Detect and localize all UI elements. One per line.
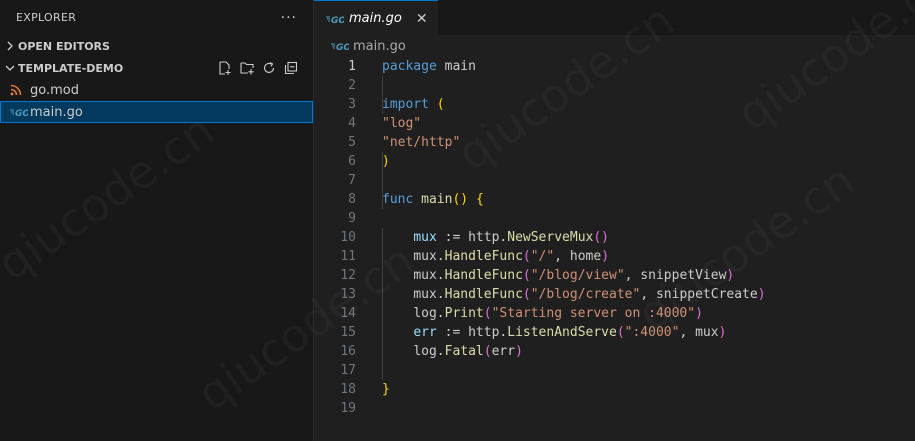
refresh-icon[interactable] bbox=[261, 60, 277, 76]
editor-area: GO main.go ✕ GO main.go 1 package main 2 … bbox=[314, 0, 915, 441]
code-text: err := http.ListenAndServe(":4000", mux) bbox=[413, 325, 727, 340]
code-text: mux.HandleFunc("/", home) bbox=[413, 249, 610, 264]
code-line: 5 "net/http" bbox=[314, 133, 915, 152]
code-text: log.Print("Starting server on :4000") bbox=[413, 306, 703, 321]
code-line: 11 mux.HandleFunc("/", home) bbox=[314, 247, 915, 266]
collapse-all-icon[interactable] bbox=[283, 60, 299, 76]
explorer-sidebar: EXPLORER ··· OPEN EDITORS TEMPLATE-DEMO bbox=[0, 0, 314, 441]
line-number: 2 bbox=[348, 78, 356, 93]
line-number: 6 bbox=[348, 154, 356, 169]
code-text: mux := http.NewServeMux() bbox=[413, 230, 609, 245]
code-line: 4 "log" bbox=[314, 114, 915, 133]
code-text: package main bbox=[382, 59, 476, 74]
code-line: 17 bbox=[314, 361, 915, 380]
svg-text:GO: GO bbox=[331, 16, 344, 24]
code-line: 6) bbox=[314, 152, 915, 171]
go-icon: GO bbox=[331, 41, 349, 51]
new-folder-icon[interactable] bbox=[239, 60, 255, 76]
code-line: 7 bbox=[314, 171, 915, 190]
project-section[interactable]: TEMPLATE-DEMO bbox=[0, 57, 313, 79]
line-number: 7 bbox=[348, 173, 356, 188]
line-number: 1 bbox=[348, 59, 356, 74]
code-line: 19 bbox=[314, 399, 915, 418]
code-line: 18} bbox=[314, 380, 915, 399]
open-editors-section[interactable]: OPEN EDITORS bbox=[0, 35, 313, 57]
code-line: 15 err := http.ListenAndServe(":4000", m… bbox=[314, 323, 915, 342]
code-line: 2 bbox=[314, 76, 915, 95]
line-number: 19 bbox=[340, 401, 356, 416]
code-text: ) bbox=[382, 154, 390, 169]
line-number: 8 bbox=[348, 192, 356, 207]
project-label: TEMPLATE-DEMO bbox=[18, 61, 124, 75]
file-label: main.go bbox=[30, 104, 83, 120]
code-text: "log" bbox=[382, 116, 422, 131]
code-line: 14 log.Print("Starting server on :4000") bbox=[314, 304, 915, 323]
explorer-title: EXPLORER bbox=[16, 11, 77, 24]
file-item-main-go[interactable]: GO main.go bbox=[0, 101, 313, 123]
tab-bar: GO main.go ✕ bbox=[314, 0, 915, 36]
code-line: 3 import ( bbox=[314, 95, 915, 114]
svg-text:GO: GO bbox=[15, 109, 28, 117]
line-number: 15 bbox=[340, 325, 356, 340]
code-editor[interactable]: 1 package main 2 3 import ( 4 "log" 5 "net/h… bbox=[314, 57, 915, 418]
close-icon[interactable]: ✕ bbox=[416, 11, 428, 27]
tab-main-go[interactable]: GO main.go ✕ bbox=[314, 0, 438, 36]
line-number: 17 bbox=[340, 363, 356, 378]
code-text: func main() { bbox=[382, 192, 484, 207]
code-line: 9 bbox=[314, 209, 915, 228]
file-item-go-mod[interactable]: go.mod bbox=[0, 79, 313, 101]
code-line: 13 mux.HandleFunc("/blog/create", snippe… bbox=[314, 285, 915, 304]
line-number: 9 bbox=[348, 211, 356, 226]
line-number: 12 bbox=[340, 268, 356, 283]
svg-text:GO: GO bbox=[336, 43, 349, 51]
breadcrumb[interactable]: GO main.go bbox=[314, 35, 915, 57]
code-line: 10 mux := http.NewServeMux() bbox=[314, 228, 915, 247]
line-number: 5 bbox=[348, 135, 356, 150]
code-text: "net/http" bbox=[382, 135, 461, 150]
code-line: 8 func main() { bbox=[314, 190, 915, 209]
line-number: 11 bbox=[340, 249, 356, 264]
file-label: go.mod bbox=[30, 82, 79, 98]
more-actions-icon[interactable]: ··· bbox=[281, 10, 297, 26]
code-text: mux.HandleFunc("/blog/create", snippetCr… bbox=[413, 287, 766, 302]
line-number: 3 bbox=[348, 97, 356, 112]
chevron-right-icon bbox=[4, 41, 16, 51]
code-line: 16 log.Fatal(err) bbox=[314, 342, 915, 361]
new-file-icon[interactable] bbox=[217, 60, 233, 76]
go-icon: GO bbox=[326, 14, 344, 24]
line-number: 14 bbox=[340, 306, 356, 321]
code-text: } bbox=[382, 382, 390, 397]
explorer-header: EXPLORER ··· bbox=[0, 0, 313, 35]
code-text: import ( bbox=[382, 97, 445, 112]
tab-label: main.go bbox=[349, 11, 402, 26]
line-number: 10 bbox=[340, 230, 356, 245]
go-icon: GO bbox=[10, 107, 28, 117]
line-number: 4 bbox=[348, 116, 356, 131]
code-line: 12 mux.HandleFunc("/blog/view", snippetV… bbox=[314, 266, 915, 285]
open-editors-label: OPEN EDITORS bbox=[18, 39, 110, 53]
breadcrumb-file: main.go bbox=[353, 38, 406, 54]
code-text: mux.HandleFunc("/blog/view", snippetView… bbox=[413, 268, 735, 283]
code-line: 1 package main bbox=[314, 57, 915, 76]
line-number: 13 bbox=[340, 287, 356, 302]
code-text: log.Fatal(err) bbox=[413, 344, 523, 359]
line-number: 18 bbox=[340, 382, 356, 397]
line-number: 16 bbox=[340, 344, 356, 359]
chevron-down-icon bbox=[4, 63, 16, 73]
rss-icon bbox=[10, 84, 28, 96]
